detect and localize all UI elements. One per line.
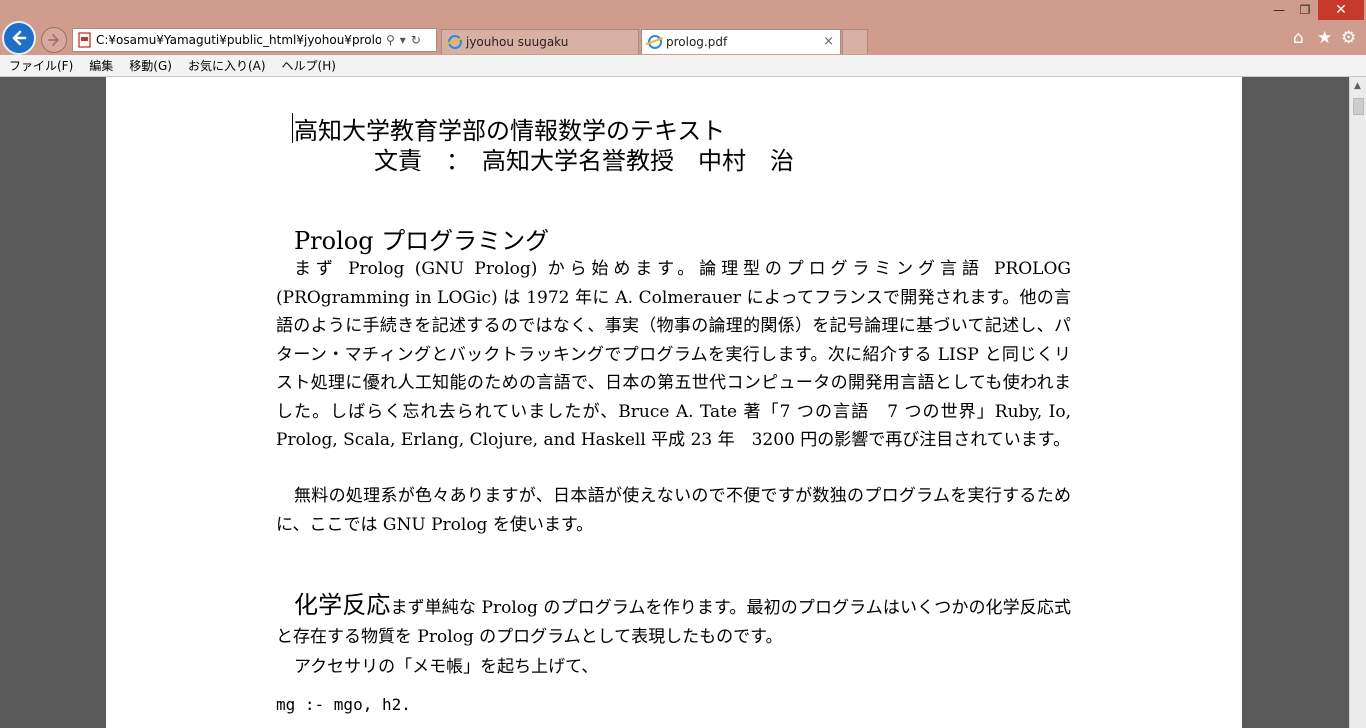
scroll-thumb[interactable] — [1353, 98, 1364, 115]
text-caret — [292, 113, 293, 143]
menu-favorites[interactable]: お気に入り(A) — [180, 57, 274, 74]
back-arrow-icon — [12, 30, 27, 46]
gear-icon[interactable]: ⚙ — [1341, 28, 1356, 48]
browser-window: C:¥osamu¥Yamaguti¥public_html¥jyohou¥pro… — [0, 0, 1366, 728]
document-author: 文責 ： 高知大学名誉教授 中村 治 — [374, 147, 794, 175]
search-icon[interactable]: ⚲ — [386, 33, 395, 47]
section-heading-prolog: Prolog プログラミング — [294, 227, 550, 255]
title-bar: C:¥osamu¥Yamaguti¥public_html¥jyohou¥pro… — [0, 0, 1366, 55]
paragraph-chemistry: 化学反応まず単純な Prolog のプログラムを作ります。最初のプログラムはいく… — [276, 591, 1071, 651]
address-bar[interactable]: C:¥osamu¥Yamaguti¥public_html¥jyohou¥pro… — [72, 28, 437, 52]
tab-label: prolog.pdf — [666, 35, 728, 49]
menu-edit[interactable]: 編集 — [81, 57, 121, 74]
tab-label: jyouhou suugaku — [466, 35, 569, 49]
menu-file[interactable]: ファイル(F) — [0, 57, 81, 74]
forward-arrow-icon — [48, 34, 59, 46]
menu-help[interactable]: ヘルプ(H) — [274, 57, 344, 74]
maximize-button[interactable]: ❐ — [1292, 0, 1318, 20]
dropdown-icon[interactable]: ▾ — [400, 33, 406, 47]
paragraph-chemistry-text: まず単純な Prolog のプログラムを作ります。最初のプログラムはいくつかの化… — [276, 598, 1071, 647]
new-tab-button[interactable] — [842, 29, 868, 54]
refresh-icon[interactable]: ↻ — [411, 33, 421, 47]
home-icon[interactable]: ⌂ — [1293, 28, 1304, 48]
pdf-viewer[interactable]: 高知大学教育学部の情報数学のテキスト 文責 ： 高知大学名誉教授 中村 治 Pr… — [0, 77, 1349, 728]
close-tab-icon[interactable]: × — [823, 34, 834, 49]
section-heading-chemistry: 化学反応 — [294, 591, 391, 619]
code-line: mg :- mgo, h2. — [276, 695, 411, 714]
menu-go[interactable]: 移動(G) — [121, 57, 180, 74]
ie-icon — [448, 35, 462, 49]
paragraph-gnu-prolog: 無料の処理系が色々ありますが、日本語が使えないので不便ですが数独のプログラムを実… — [276, 486, 1071, 535]
paragraph-notepad: アクセサリの「メモ帳」を起ち上げて、 — [294, 657, 599, 677]
address-text[interactable]: C:¥osamu¥Yamaguti¥public_html¥jyohou¥pro… — [96, 33, 381, 47]
favorites-star-icon[interactable]: ★ — [1317, 28, 1332, 48]
forward-button[interactable] — [41, 27, 67, 53]
tab-prolog-pdf[interactable]: prolog.pdf × — [641, 29, 841, 54]
tab-jyouhou-suugaku[interactable]: jyouhou suugaku — [441, 29, 639, 54]
chemistry-section: 化学反応まず単純な Prolog のプログラムを作ります。最初のプログラムはいく… — [276, 591, 1071, 651]
back-button[interactable] — [2, 21, 36, 55]
paragraph-intro: まず Prolog (GNU Prolog) から始めます。論理型のプログラミン… — [276, 259, 1071, 450]
vertical-scrollbar[interactable]: ▲ — [1349, 77, 1366, 728]
close-window-button[interactable]: ✕ — [1318, 0, 1364, 20]
pdf-page[interactable]: 高知大学教育学部の情報数学のテキスト 文責 ： 高知大学名誉教授 中村 治 Pr… — [106, 77, 1242, 728]
ie-icon — [648, 35, 662, 49]
scroll-up-icon[interactable]: ▲ — [1354, 81, 1361, 91]
pdf-file-icon — [78, 32, 91, 48]
minimize-button[interactable]: — — [1266, 0, 1292, 20]
menu-bar: ファイル(F) 編集 移動(G) お気に入り(A) ヘルプ(H) — [0, 55, 1366, 77]
